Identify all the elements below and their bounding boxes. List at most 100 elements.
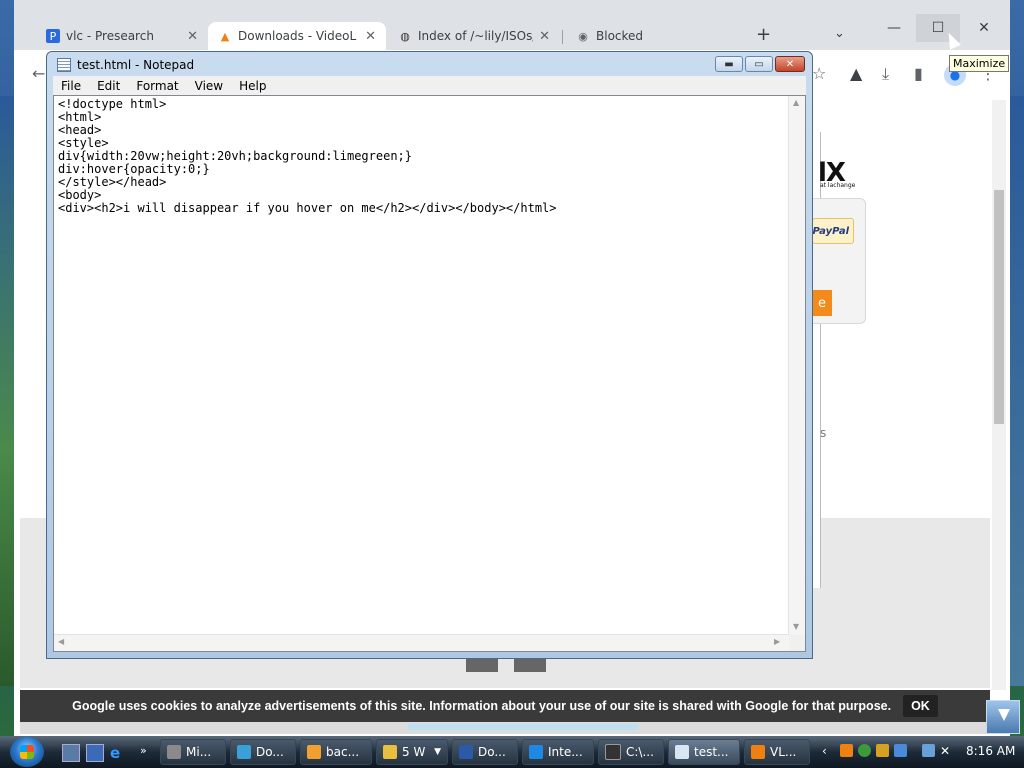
vlc-tray-icon[interactable] <box>840 744 853 757</box>
taskbar-button-3[interactable]: bac... <box>300 739 372 765</box>
system-clock[interactable]: 8:16 AM <box>966 744 1015 758</box>
notepad-close-button[interactable]: ✕ <box>775 56 805 72</box>
notepad-text-area[interactable]: <!doctype html> <html> <head> <style> di… <box>53 95 806 652</box>
network-icon[interactable] <box>922 744 935 757</box>
taskbar-button-4[interactable]: 5 W ▼ <box>376 739 448 765</box>
scroll-left-icon[interactable]: ◀ <box>58 637 64 646</box>
taskbar-button-notepad[interactable]: test... <box>668 739 740 765</box>
site-logo-subtext: at lachange <box>820 182 856 189</box>
back-arrow-icon[interactable]: ← <box>32 64 45 83</box>
taskbar-label: Do... <box>478 745 506 759</box>
tab-vlc-presearch[interactable]: P vlc - Presearch ✕ <box>36 22 208 50</box>
paypal-label: PayPal <box>812 225 849 237</box>
notepad-vertical-scrollbar[interactable]: ▲ ▼ <box>788 96 805 636</box>
notepad-titlebar[interactable]: test.html - Notepad <box>57 56 194 74</box>
start-button[interactable] <box>10 737 44 767</box>
security-shield-icon[interactable] <box>876 744 889 757</box>
app-icon <box>459 745 473 759</box>
download-icon[interactable]: ⤓ <box>882 64 889 84</box>
tab-title: Downloads - VideoL <box>238 29 357 43</box>
paypal-button[interactable]: PayPal <box>812 218 854 244</box>
taskbar-label: VL... <box>770 745 797 759</box>
scroll-right-icon[interactable]: ▶ <box>774 637 780 646</box>
close-icon[interactable]: ✕ <box>187 29 198 44</box>
taskbar-button-1[interactable]: Mi... <box>160 739 226 765</box>
tray-expand-icon[interactable]: ‹ <box>822 744 835 758</box>
cookie-ok-button[interactable]: OK <box>903 695 938 717</box>
scroll-up-icon[interactable]: ▲ <box>793 98 799 107</box>
app-icon <box>237 745 251 759</box>
taskbar-label: C:\... <box>626 745 654 759</box>
taskbar-label: 5 W <box>402 745 426 759</box>
extension-flask-icon[interactable]: ▲ <box>850 64 862 83</box>
tab-separator <box>562 30 563 44</box>
notepad-icon <box>675 745 689 759</box>
new-tab-button[interactable]: + <box>756 24 771 45</box>
close-icon: ✕ <box>785 58 795 70</box>
maximize-tooltip: Maximize <box>949 55 1010 72</box>
quicklaunch-overflow-icon[interactable]: » <box>140 744 156 760</box>
side-panel-icon[interactable]: ▮ <box>914 64 923 83</box>
tab-blocked[interactable]: ◉ Blocked <box>566 22 742 50</box>
taskbar-button-7[interactable]: C:\... <box>598 739 664 765</box>
switch-windows-icon[interactable] <box>86 744 104 762</box>
taskbar-label: Do... <box>256 745 284 759</box>
globe-server-icon: ◍ <box>400 29 410 43</box>
volume-muted-icon[interactable]: ✕ <box>940 744 953 758</box>
horizontal-scrollbar-thumb[interactable] <box>408 724 638 730</box>
minimize-button[interactable]: — <box>872 14 916 42</box>
close-window-button[interactable]: ✕ <box>962 14 1006 42</box>
orange-button-label: e <box>818 295 826 311</box>
close-icon[interactable]: ✕ <box>539 29 550 44</box>
page-scrollbar-thumb[interactable] <box>994 190 1004 424</box>
chevron-down-icon: ▼ <box>434 747 441 757</box>
notepad-content[interactable]: <!doctype html> <html> <head> <style> di… <box>58 98 557 215</box>
minimize-icon: — <box>887 20 901 36</box>
desktop-wallpaper-left <box>0 96 14 686</box>
maximize-icon: ▭ <box>754 58 764 70</box>
notepad-maximize-button[interactable]: ▭ <box>745 56 773 72</box>
cookie-consent-bar: Google uses cookies to analyze advertise… <box>20 690 990 722</box>
desktop-wallpaper-right <box>1010 96 1024 686</box>
network-status-icon[interactable] <box>858 744 871 757</box>
taskbar-label: Inte... <box>548 745 583 759</box>
taskbar-label: bac... <box>326 745 360 759</box>
app-icon <box>307 745 321 759</box>
tab-downloads-videolan[interactable]: ▲ Downloads - VideoL ✕ <box>208 22 386 50</box>
taskbar-button-vlc[interactable]: VL... <box>744 739 810 765</box>
tab-search-button[interactable]: ⌄ <box>834 26 845 41</box>
taskbar-button-2[interactable]: Do... <box>230 739 296 765</box>
app-icon <box>605 744 621 760</box>
globe-icon: ◉ <box>578 29 588 43</box>
tab-title: vlc - Presearch <box>66 29 154 43</box>
bookmark-star-icon[interactable]: ☆ <box>812 64 826 83</box>
page-text-fragment: s <box>820 426 827 440</box>
orange-button[interactable]: e <box>812 290 832 316</box>
menu-file[interactable]: File <box>53 79 89 93</box>
tray-app-icon[interactable] <box>894 744 907 757</box>
app-icon <box>529 745 543 759</box>
scroll-down-icon[interactable]: ▼ <box>793 622 799 631</box>
cookie-message: Google uses cookies to analyze advertise… <box>72 699 892 713</box>
minimize-icon: ▬ <box>724 58 734 70</box>
show-desktop-button[interactable] <box>986 700 1020 734</box>
show-desktop-quicklaunch-icon[interactable] <box>62 744 80 762</box>
taskbar-button-6[interactable]: Inte... <box>522 739 594 765</box>
vlc-cone-icon: ▲ <box>220 29 230 43</box>
tab-title: Index of /~lily/ISOs/ <box>418 29 534 43</box>
resize-grip[interactable] <box>789 635 805 651</box>
notepad-horizontal-scrollbar[interactable]: ◀ ▶ <box>54 634 789 651</box>
internet-explorer-icon[interactable]: e <box>110 744 126 762</box>
taskbar-button-5[interactable]: Do... <box>452 739 518 765</box>
menu-format[interactable]: Format <box>128 79 186 93</box>
horizontal-scrollbar[interactable] <box>20 722 990 734</box>
menu-help[interactable]: Help <box>231 79 274 93</box>
notepad-menubar: File Edit Format View Help <box>53 76 806 95</box>
close-icon[interactable]: ✕ <box>365 29 376 44</box>
notepad-minimize-button[interactable]: ▬ <box>715 56 743 72</box>
taskbar-label: test... <box>694 745 729 759</box>
menu-view[interactable]: View <box>187 79 231 93</box>
vlc-cone-icon <box>751 745 765 759</box>
tab-index-of-isos[interactable]: ◍ Index of /~lily/ISOs/ ✕ <box>388 22 560 50</box>
menu-edit[interactable]: Edit <box>89 79 128 93</box>
